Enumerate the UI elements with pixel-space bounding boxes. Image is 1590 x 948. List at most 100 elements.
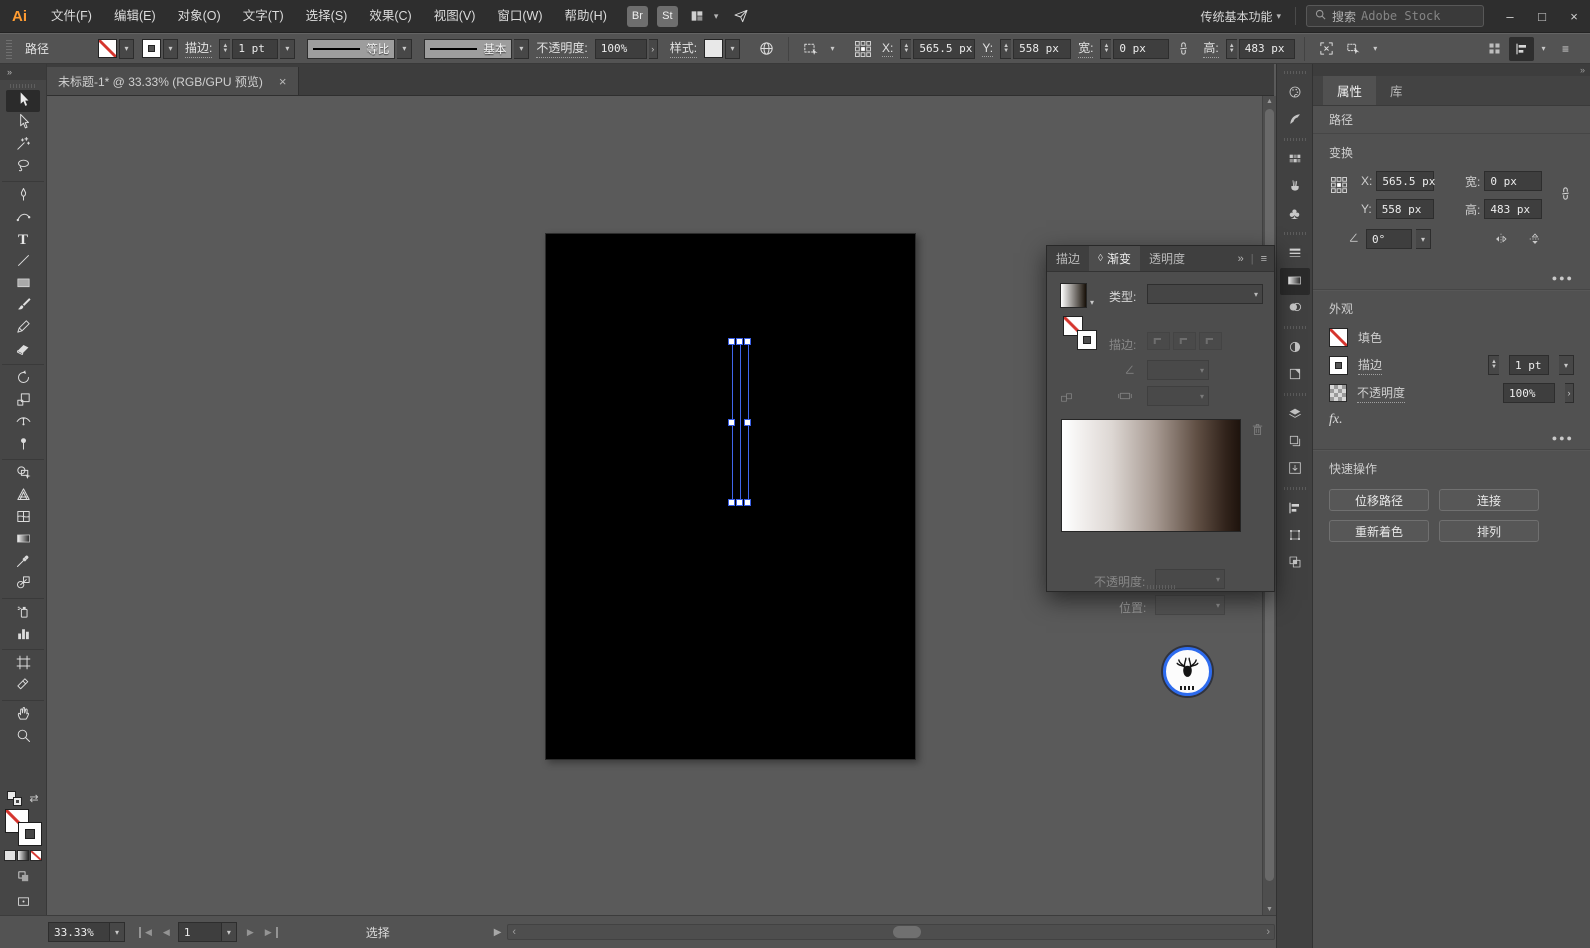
width-stepper[interactable]: ▲ ▼ [1100, 38, 1112, 59]
shape-builder-tool[interactable] [2, 459, 44, 485]
align-to-selection-icon[interactable] [1509, 36, 1534, 61]
opacity-swatch-icon[interactable] [1329, 384, 1347, 402]
tab-stroke[interactable]: 描边 [1047, 246, 1089, 271]
eyedropper-tool[interactable] [6, 551, 40, 573]
brushes-panel-icon[interactable] [1280, 174, 1310, 201]
stroke-across-icon[interactable] [1199, 332, 1222, 350]
recolor-button[interactable]: 重新着色 [1329, 520, 1429, 542]
transform-fit-icon[interactable] [1314, 37, 1339, 61]
app-badge[interactable]: Br [626, 5, 648, 27]
color-mode-button[interactable] [4, 850, 16, 861]
selection-handle[interactable] [744, 499, 751, 506]
symbols-panel-icon[interactable]: ♣ [1280, 201, 1310, 228]
symbol-sprayer-tool[interactable] [2, 598, 44, 624]
transform-more-options-icon[interactable]: ●●● [1536, 273, 1590, 289]
paintbrush-tool[interactable] [6, 295, 40, 317]
magic-wand-tool[interactable] [6, 134, 40, 156]
width-profile-dropdown-icon[interactable]: ▾ [397, 38, 413, 59]
zoom-dropdown-icon[interactable]: ▾ [110, 922, 125, 942]
style-swatch[interactable] [704, 39, 724, 58]
stroke-color-well[interactable] [18, 822, 42, 846]
menu-item[interactable]: 效果(C) [358, 0, 422, 33]
width-label[interactable]: 宽: [1078, 39, 1094, 58]
color-panel-icon[interactable] [1280, 71, 1310, 107]
height-stepper[interactable]: ▲ ▼ [1225, 38, 1237, 59]
gradient-slider[interactable] [1061, 419, 1241, 532]
eraser-tool[interactable] [6, 339, 40, 361]
zoom-level-field[interactable]: 33.33% [48, 922, 110, 942]
rectangle-tool[interactable] [6, 273, 40, 295]
angle-dropdown-icon[interactable]: ▾ [1416, 229, 1431, 249]
gradient-fill-stroke-proxy[interactable] [1063, 316, 1097, 350]
direct-selection-tool[interactable] [6, 112, 40, 134]
rotate-tool[interactable] [2, 364, 44, 390]
opacity-field[interactable]: 100% [1503, 383, 1555, 403]
curvature-tool[interactable] [6, 207, 40, 229]
pen-tool[interactable] [2, 181, 44, 207]
tab-gradient[interactable]: 渐变 [1089, 246, 1140, 271]
select-similar-dropdown-icon[interactable]: ▾ [825, 39, 840, 59]
flip-horizontal-icon[interactable] [1493, 231, 1509, 250]
brush-definition-select[interactable]: 基本 [424, 38, 513, 59]
y-field[interactable]: 558 px [1013, 38, 1072, 59]
gradient-type-select[interactable]: ▾ [1147, 284, 1263, 304]
opacity-link-label[interactable]: 不透明度 [1357, 384, 1406, 403]
gradient-angle-select[interactable]: ▾ [1147, 360, 1209, 380]
transform-y-field[interactable]: 558 px [1375, 199, 1434, 219]
puppet-warp-tool[interactable] [6, 434, 40, 456]
default-fill-stroke-icon[interactable] [7, 791, 23, 806]
horizontal-scrollbar[interactable]: ‹ › [507, 924, 1275, 940]
transform-width-field[interactable]: 0 px [1484, 171, 1543, 191]
selection-handle[interactable] [744, 338, 751, 345]
document-setup-globe-icon[interactable] [754, 37, 779, 61]
transparency-panel-icon[interactable] [1280, 295, 1310, 322]
offset-path-button[interactable]: 位移路径 [1329, 489, 1429, 511]
workspace-switcher[interactable]: 传统基本功能 [1200, 8, 1272, 25]
selection-handle[interactable] [736, 338, 743, 345]
aspect-ratio-select[interactable]: ▾ [1147, 386, 1209, 406]
artboards-panel-icon[interactable] [1280, 429, 1310, 456]
tab-properties[interactable]: 属性 [1323, 76, 1377, 105]
fill-swatch[interactable] [1329, 327, 1348, 347]
tab-libraries[interactable]: 库 [1376, 76, 1417, 105]
none-mode-button[interactable] [30, 850, 42, 861]
selection-tool[interactable] [6, 90, 40, 112]
flip-vertical-icon[interactable] [1527, 231, 1543, 250]
swap-fill-stroke-icon[interactable]: ⇄ [29, 792, 38, 805]
x-label[interactable]: X: [882, 41, 894, 57]
width-tool[interactable] [6, 412, 40, 434]
app-badge[interactable]: St [656, 5, 678, 27]
collapse-panels-icon[interactable]: » [1580, 65, 1585, 75]
workspace-chevron-icon[interactable]: ▾ [1276, 11, 1281, 22]
width-profile-select[interactable]: 等比 [307, 38, 396, 59]
graphic-styles-panel-icon[interactable] [1280, 362, 1310, 389]
blend-tool[interactable] [6, 573, 40, 595]
stroke-swatch[interactable] [142, 39, 162, 58]
stroke-swatch[interactable] [1329, 355, 1348, 375]
scale-tool[interactable] [6, 390, 40, 412]
panel-collapse-icon[interactable]: » [1238, 253, 1244, 265]
mesh-tool[interactable] [6, 507, 40, 529]
isolate-selection-icon[interactable] [1341, 37, 1366, 61]
selection-handle[interactable] [736, 499, 743, 506]
stroke-link-label[interactable]: 描边 [1358, 356, 1383, 375]
column-graph-tool[interactable] [6, 624, 40, 646]
gradient-mode-button[interactable] [17, 850, 29, 861]
style-dropdown-icon[interactable]: ▾ [725, 38, 741, 59]
screen-mode-button[interactable] [10, 891, 36, 911]
width-field[interactable]: 0 px [1113, 38, 1170, 59]
document-tab[interactable]: 未标题-1* @ 33.33% (RGB/GPU 预览) × [47, 67, 299, 95]
menu-item[interactable]: 帮助(H) [554, 0, 618, 33]
fill-dropdown-icon[interactable]: ▾ [119, 38, 135, 59]
hand-tool[interactable] [2, 700, 44, 726]
join-button[interactable]: 连接 [1439, 489, 1539, 511]
tools-collapse-icon[interactable]: » [0, 64, 46, 80]
stroke-along-icon[interactable] [1173, 332, 1196, 350]
status-flyout-icon[interactable]: ▶ [494, 927, 502, 938]
swatches-panel-icon[interactable] [1280, 138, 1310, 174]
transform-x-field[interactable]: 565.5 px [1376, 171, 1435, 191]
panel-resize-grip[interactable] [1146, 585, 1175, 589]
artboard-number-field[interactable]: 1 [177, 922, 222, 942]
horizontal-scroll-thumb[interactable] [893, 926, 922, 938]
transform-panel-icon[interactable] [1280, 523, 1310, 550]
